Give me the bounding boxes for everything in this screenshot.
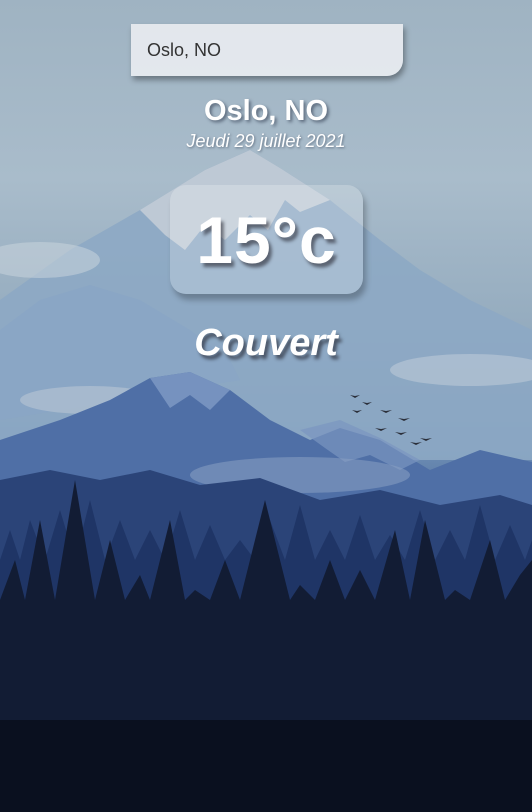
temperature-value: 15°c — [196, 202, 337, 277]
date-label: Jeudi 29 juillet 2021 — [186, 131, 346, 151]
location-label: Oslo, NO — [203, 95, 329, 127]
search-input[interactable] — [145, 38, 389, 62]
weather-condition: Couvert — [194, 322, 338, 364]
weather-app: Oslo, NO Jeudi 29 juillet 2021 15°c Couv… — [0, 0, 532, 812]
temperature-card: 15°c — [170, 185, 363, 294]
ground-shadow — [0, 720, 532, 812]
search-bar[interactable] — [131, 24, 403, 76]
